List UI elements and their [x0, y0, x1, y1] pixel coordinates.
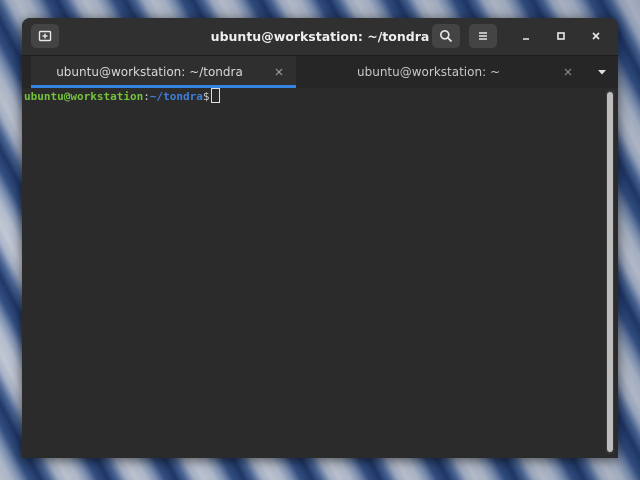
hamburger-menu-icon: [479, 32, 487, 40]
tab-label: ubuntu@workstation: ~: [357, 65, 500, 79]
prompt-symbol: $: [202, 90, 210, 103]
text-cursor: [211, 88, 221, 103]
menu-button[interactable]: [469, 24, 497, 48]
new-tab-button[interactable]: [31, 24, 59, 48]
terminal-window: ubuntu@workstation: ~/tondra ubuntu@work…: [22, 18, 618, 458]
minimize-icon: [523, 38, 529, 40]
close-button[interactable]: [584, 24, 608, 48]
search-icon: [440, 30, 453, 43]
minimize-button[interactable]: [514, 24, 538, 48]
scrollbar-thumb[interactable]: [607, 92, 613, 452]
prompt-path: ~/tondra: [149, 90, 203, 103]
maximize-button[interactable]: [549, 24, 573, 48]
header-bar: ubuntu@workstation: ~/tondra: [22, 18, 618, 56]
tab-bar: ubuntu@workstation: ~/tondra ubuntu@work…: [22, 56, 618, 88]
scrollbar[interactable]: [606, 90, 614, 454]
chevron-down-icon: [598, 70, 606, 75]
new-tab-icon: [38, 30, 52, 42]
tab-label: ubuntu@workstation: ~/tondra: [56, 65, 243, 79]
terminal-view[interactable]: ubuntu@workstation:~/tondra$: [22, 88, 618, 458]
close-icon: [592, 32, 600, 40]
window-title: ubuntu@workstation: ~/tondra: [210, 29, 430, 44]
tab-home[interactable]: ubuntu@workstation: ~: [300, 56, 585, 88]
prompt-line: ubuntu@workstation:~/tondra$: [24, 88, 221, 104]
prompt-user-host: ubuntu@workstation: [24, 90, 144, 103]
search-button[interactable]: [432, 24, 460, 48]
maximize-icon: [557, 32, 565, 40]
tab-close-button[interactable]: [272, 65, 286, 79]
tab-list-dropdown[interactable]: [588, 56, 616, 88]
tab-tondra[interactable]: ubuntu@workstation: ~/tondra: [31, 56, 296, 88]
tab-close-button[interactable]: [561, 65, 575, 79]
prompt-separator: :: [143, 90, 150, 103]
close-icon: [564, 68, 572, 76]
close-icon: [275, 68, 283, 76]
